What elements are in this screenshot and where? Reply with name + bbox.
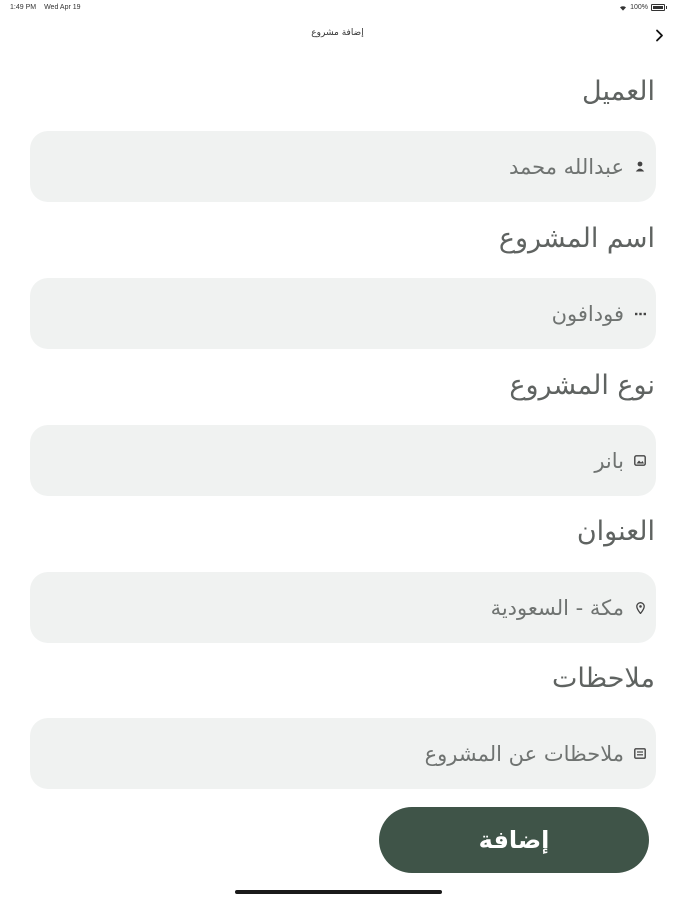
page-title: إضافة مشروع — [311, 28, 364, 38]
client-field[interactable]: عبدالله محمد — [30, 131, 656, 202]
project-type-label: نوع المشروع — [509, 370, 655, 401]
status-bar: 1:49 PM Wed Apr 19 100% — [0, 0, 675, 16]
status-left: 1:49 PM Wed Apr 19 — [10, 4, 81, 11]
battery-percent: 100% — [630, 4, 648, 11]
image-icon — [634, 455, 646, 467]
notes-field[interactable]: ملاحظات عن المشروع — [30, 718, 656, 789]
dots-icon — [634, 308, 646, 320]
status-right: 100% — [619, 4, 667, 11]
wifi-icon — [620, 5, 627, 11]
address-label: العنوان — [576, 516, 655, 547]
back-button[interactable] — [651, 26, 667, 44]
status-time: 1:49 PM — [10, 4, 37, 11]
project-name-value: فودافون — [551, 301, 624, 326]
status-date: Wed Apr 19 — [44, 4, 81, 11]
notes-label: ملاحظات — [551, 663, 655, 694]
person-icon — [634, 161, 646, 173]
home-indicator — [235, 890, 442, 894]
address-field[interactable]: مكة - السعودية — [30, 572, 656, 643]
location-pin-icon — [634, 601, 646, 614]
client-value: عبدالله محمد — [509, 154, 624, 179]
client-label: العميل — [582, 76, 655, 107]
project-name-label: اسم المشروع — [498, 223, 655, 254]
nav-bar: إضافة مشروع — [0, 22, 675, 48]
notes-value: ملاحظات عن المشروع — [424, 741, 624, 766]
add-project-button[interactable]: إضافة — [379, 807, 649, 873]
project-type-value: بانر — [594, 448, 624, 473]
project-name-field[interactable]: فودافون — [30, 278, 656, 349]
project-type-field[interactable]: بانر — [30, 425, 656, 496]
address-value: مكة - السعودية — [490, 595, 624, 620]
note-icon — [634, 748, 646, 760]
battery-icon — [651, 4, 667, 11]
chevron-right-icon — [655, 29, 663, 41]
